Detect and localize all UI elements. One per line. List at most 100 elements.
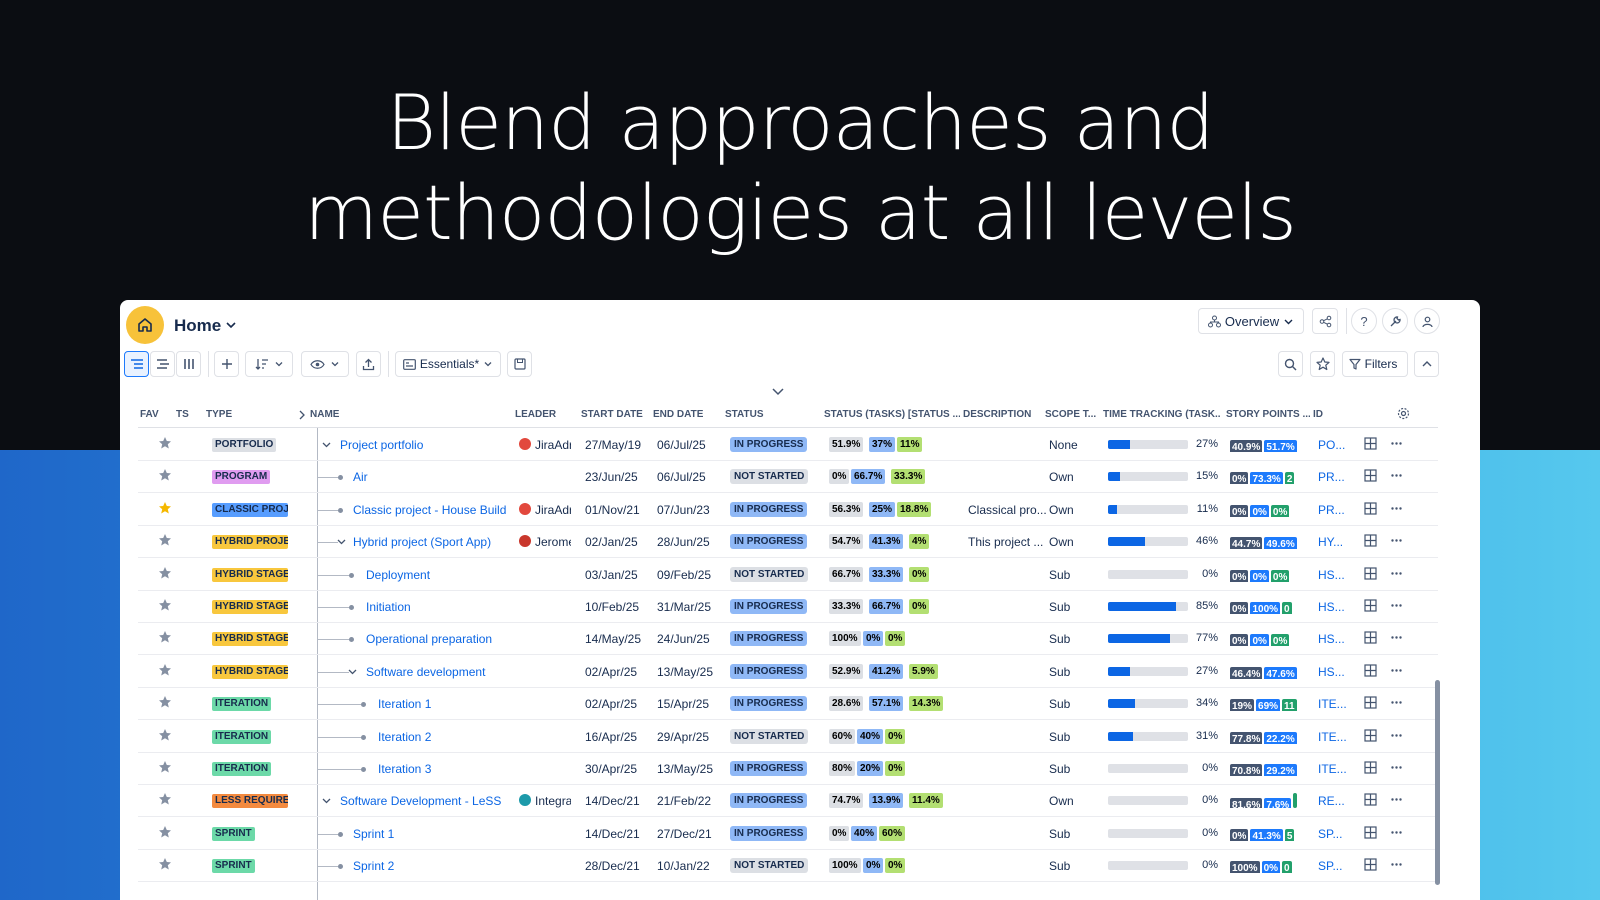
star-icon[interactable] [158,566,172,580]
column-name[interactable]: NAME [310,409,339,420]
table-icon[interactable] [1364,631,1377,644]
column-id[interactable]: ID [1313,409,1323,420]
table-row[interactable]: PROGRAM Air 23/Jun/25 06/Jul/25 NOT STARTED 0… [138,460,1438,494]
column-ts[interactable]: TS [176,409,189,420]
more-icon[interactable] [1390,534,1403,547]
issue-id-link[interactable]: HS... [1318,632,1345,646]
chevron-down-icon[interactable] [771,386,785,398]
table-row[interactable]: HYBRID STAGE Operational preparation 14/Ma… [138,622,1438,656]
column-fav[interactable]: FAV [140,409,159,420]
collapse-toolbar-button[interactable] [1414,351,1439,377]
issue-id-link[interactable]: ITE... [1318,762,1347,776]
issue-name-link[interactable]: Hybrid project (Sport App) [353,535,491,549]
issue-name-link[interactable]: Initiation [366,600,411,614]
star-icon[interactable] [158,436,172,450]
table-row[interactable]: HYBRID STAGE Deployment 03/Jan/25 09/Feb/25… [138,558,1438,591]
outline-view-button[interactable] [150,351,175,377]
issue-id-link[interactable]: ITE... [1318,730,1347,744]
table-icon[interactable] [1364,696,1377,709]
column-status-tasks[interactable]: STATUS (TASKS) [STATUS ... [824,409,960,420]
sort-button[interactable] [245,351,293,377]
issue-name-link[interactable]: Software Development - LeSS [340,794,501,808]
table-row[interactable]: SPRINT Sprint 2 28/Dec/21 10/Jan/22 NOT STAR… [138,849,1438,883]
more-icon[interactable] [1390,631,1403,644]
column-story-points[interactable]: STORY POINTS ... [1226,409,1310,420]
home-icon[interactable] [126,306,164,344]
table-row[interactable]: PORTFOLIO Project portfolio JiraAdr 27/May/… [138,428,1438,461]
column-description[interactable]: DESCRIPTION [963,409,1031,420]
table-icon[interactable] [1364,502,1377,515]
view-selector[interactable]: Essentials* [395,351,501,377]
star-icon[interactable] [158,728,172,742]
issue-name-link[interactable]: Deployment [366,568,430,582]
table-row[interactable]: ITERATION Iteration 1 02/Apr/25 15/Apr/25 IN… [138,687,1438,721]
settings-button[interactable] [1382,308,1408,334]
issue-name-link[interactable]: Iteration 2 [378,730,431,744]
issue-id-link[interactable]: SP... [1318,827,1342,841]
more-icon[interactable] [1390,664,1403,677]
table-row[interactable]: HYBRID STAGE Software development 02/Apr/2… [138,655,1438,688]
table-icon[interactable] [1364,566,1377,580]
favorite-filter-button[interactable] [1310,351,1335,377]
overview-button[interactable]: Overview [1198,308,1304,334]
table-icon[interactable] [1364,728,1377,742]
issue-id-link[interactable]: RE... [1318,794,1345,808]
column-start-date[interactable]: START DATE [581,409,643,420]
chevron-down-icon[interactable] [224,318,238,332]
table-row[interactable]: HYBRID PROJE Hybrid project (Sport App) Je… [138,525,1438,559]
column-status[interactable]: STATUS [725,409,764,420]
star-icon[interactable] [158,533,172,547]
star-icon[interactable] [158,468,172,482]
more-icon[interactable] [1390,469,1403,482]
table-icon[interactable] [1364,793,1377,806]
issue-id-link[interactable]: HS... [1318,665,1345,679]
issue-id-link[interactable]: HS... [1318,568,1345,582]
table-icon[interactable] [1364,437,1377,450]
chevron-right-icon[interactable] [298,410,306,420]
column-leader[interactable]: LEADER [515,409,556,420]
issue-name-link[interactable]: Sprint 2 [353,859,394,873]
star-icon[interactable] [158,598,172,612]
add-button[interactable] [214,351,239,377]
star-icon[interactable] [158,663,172,677]
issue-id-link[interactable]: PO... [1318,438,1345,452]
table-row[interactable]: ITERATION Iteration 3 30/Apr/25 13/May/25 IN… [138,752,1438,785]
table-row[interactable]: LESS REQUIRE Software Development - LeSS I… [138,784,1438,818]
board-view-button[interactable] [176,351,201,377]
issue-name-link[interactable]: Software development [366,665,485,679]
tree-view-button[interactable] [124,351,149,377]
vertical-scrollbar[interactable] [1435,680,1440,885]
star-icon[interactable] [158,630,172,644]
star-icon[interactable] [158,857,172,871]
table-row[interactable]: SPRINT Sprint 1 14/Dec/21 27/Dec/21 IN PROGR… [138,817,1438,850]
column-time-tracking[interactable]: TIME TRACKING (TASK... [1103,409,1221,420]
column-scope-type[interactable]: SCOPE T... [1045,409,1096,420]
issue-id-link[interactable]: ITE... [1318,697,1347,711]
table-icon[interactable] [1364,761,1377,774]
export-button[interactable] [356,351,381,377]
more-icon[interactable] [1390,793,1403,806]
table-icon[interactable] [1364,826,1377,839]
star-icon[interactable] [158,792,172,806]
more-icon[interactable] [1390,761,1403,774]
more-icon[interactable] [1390,858,1403,871]
star-icon[interactable] [158,501,172,515]
star-icon[interactable] [158,760,172,774]
more-icon[interactable] [1390,826,1403,839]
help-button[interactable]: ? [1351,308,1377,334]
chevron-down-icon[interactable] [321,439,332,450]
filters-button[interactable]: Filters [1342,351,1408,377]
column-end-date[interactable]: END DATE [653,409,703,420]
issue-name-link[interactable]: Iteration 1 [378,697,431,711]
column-type[interactable]: TYPE [206,409,232,420]
issue-name-link[interactable]: Iteration 3 [378,762,431,776]
issue-id-link[interactable]: HS... [1318,600,1345,614]
issue-id-link[interactable]: HY... [1318,535,1343,549]
issue-name-link[interactable]: Air [353,470,368,484]
user-button[interactable] [1414,308,1440,334]
more-icon[interactable] [1390,729,1403,742]
table-icon[interactable] [1364,469,1377,482]
more-icon[interactable] [1390,696,1403,709]
table-icon[interactable] [1364,664,1377,677]
more-icon[interactable] [1390,437,1403,450]
